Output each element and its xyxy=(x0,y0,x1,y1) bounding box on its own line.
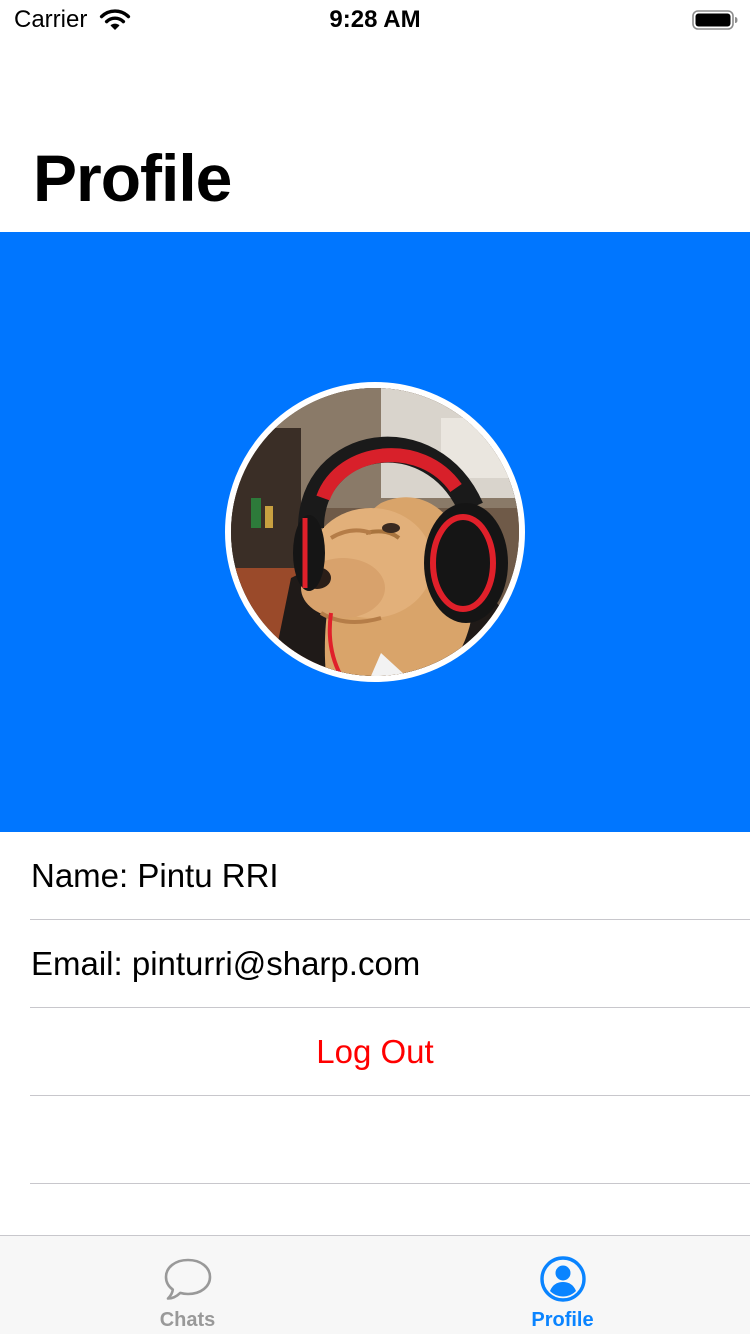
tab-chats[interactable]: Chats xyxy=(0,1236,375,1334)
profile-screen: Carrier 9:28 AM Profile Name: Pintu RRI … xyxy=(0,0,750,1334)
profile-header-banner xyxy=(0,232,750,832)
tab-bar: Chats Profile xyxy=(0,1235,750,1334)
name-row: Name: Pintu RRI xyxy=(30,832,750,920)
chat-bubble-icon xyxy=(164,1258,211,1300)
page-title: Profile xyxy=(33,141,232,215)
battery-full-icon xyxy=(692,10,738,30)
email-label: Email: pinturri@sharp.com xyxy=(31,945,421,982)
tab-profile-label: Profile xyxy=(531,1309,594,1331)
name-label: Name: Pintu RRI xyxy=(31,857,279,894)
status-time: 9:28 AM xyxy=(329,6,421,33)
profile-avatar[interactable] xyxy=(225,382,525,682)
logout-row[interactable]: Log Out xyxy=(30,1008,750,1096)
empty-row xyxy=(30,1096,750,1184)
status-bar: Carrier 9:28 AM xyxy=(0,0,750,40)
profile-details-list: Name: Pintu RRI Email: pinturri@sharp.co… xyxy=(0,832,750,1184)
tab-profile[interactable]: Profile xyxy=(375,1236,750,1334)
person-circle-icon xyxy=(539,1256,586,1302)
profile-photo-icon xyxy=(231,388,519,676)
logout-button[interactable]: Log Out xyxy=(0,1032,750,1072)
tab-chats-label: Chats xyxy=(159,1309,216,1331)
email-row: Email: pinturri@sharp.com xyxy=(30,920,750,1008)
